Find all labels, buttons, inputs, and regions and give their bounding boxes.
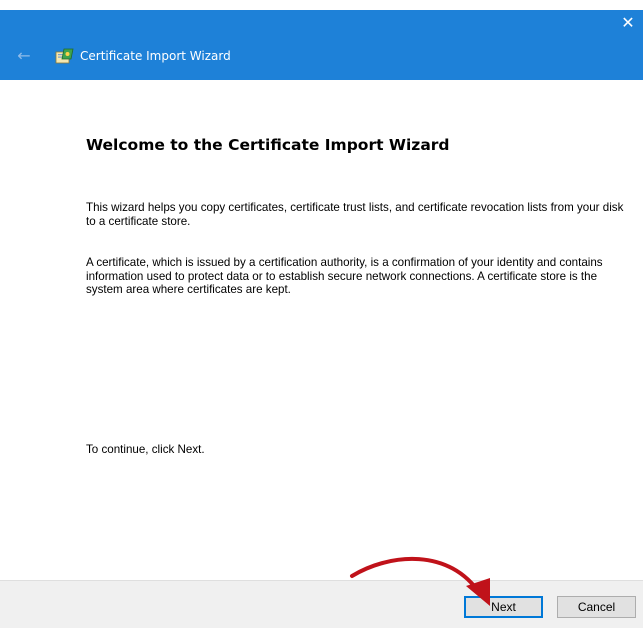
window-title: Certificate Import Wizard: [80, 49, 231, 63]
intro-paragraph: This wizard helps you copy certificates,…: [86, 201, 624, 228]
title-bar: ✕ ← Certificate Import Wizard: [0, 10, 643, 80]
next-button[interactable]: Next: [464, 596, 543, 618]
wizard-content: Welcome to the Certificate Import Wizard…: [0, 80, 643, 580]
page-heading: Welcome to the Certificate Import Wizard: [86, 136, 450, 154]
back-button[interactable]: ←: [14, 46, 34, 66]
cancel-button[interactable]: Cancel: [557, 596, 636, 618]
wizard-window: ✕ ← Certificate Import Wizard Welcome to…: [0, 0, 643, 628]
close-button[interactable]: ✕: [613, 10, 643, 40]
certificate-wizard-icon: [55, 48, 74, 64]
continue-instruction: To continue, click Next.: [86, 443, 205, 456]
button-bar: Next Cancel: [0, 580, 643, 628]
certificate-description-paragraph: A certificate, which is issued by a cert…: [86, 256, 603, 296]
back-arrow-icon: ←: [17, 46, 31, 65]
close-icon: ✕: [621, 13, 635, 32]
